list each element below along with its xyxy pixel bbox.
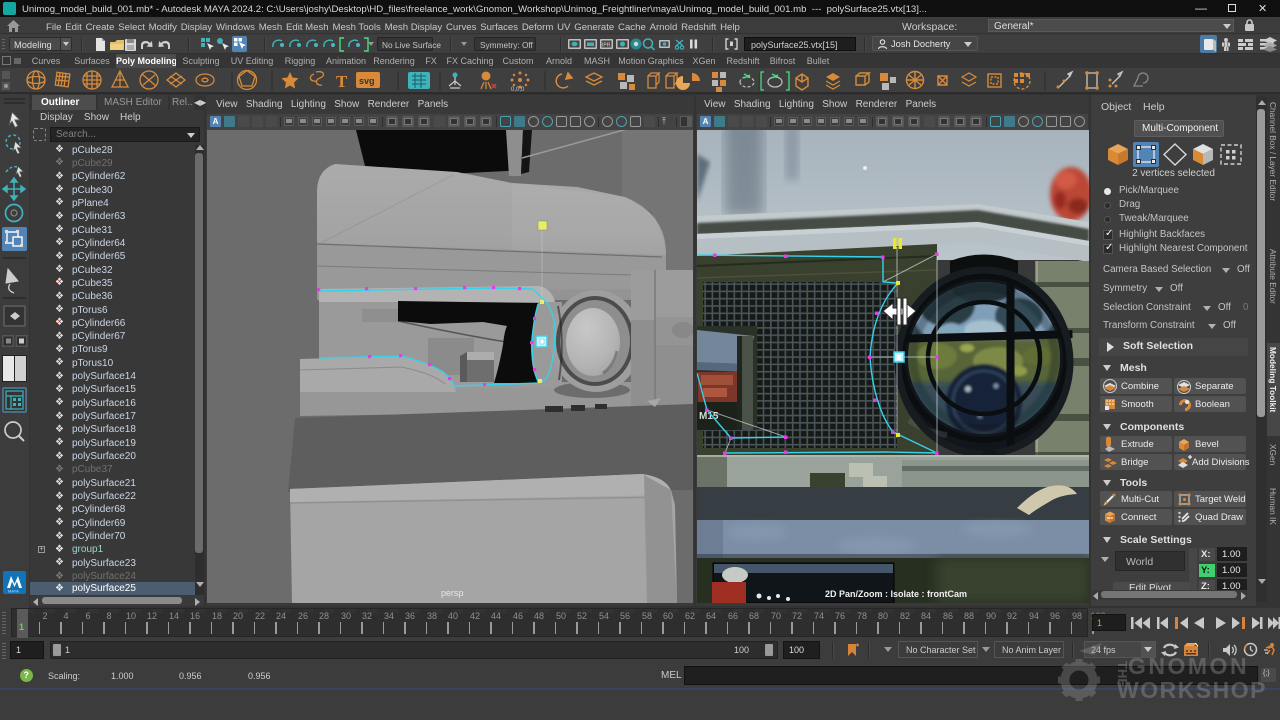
svg-text:0,0,0: 0,0,0 [511, 87, 525, 93]
svg-text:persp: persp [441, 588, 464, 598]
svg-text:2D Pan/Zoom : Isolate : frontC: 2D Pan/Zoom : Isolate : frontCam [825, 589, 967, 599]
svg-text:WORKSHOP: WORKSHOP [1117, 677, 1267, 703]
svg-text:svg: svg [359, 76, 375, 86]
svg-text:T: T [336, 72, 348, 91]
svg-text:MAYA: MAYA [8, 589, 19, 594]
svg-text:IPR: IPR [602, 43, 611, 49]
svg-text:GNOMON: GNOMON [1128, 653, 1249, 679]
